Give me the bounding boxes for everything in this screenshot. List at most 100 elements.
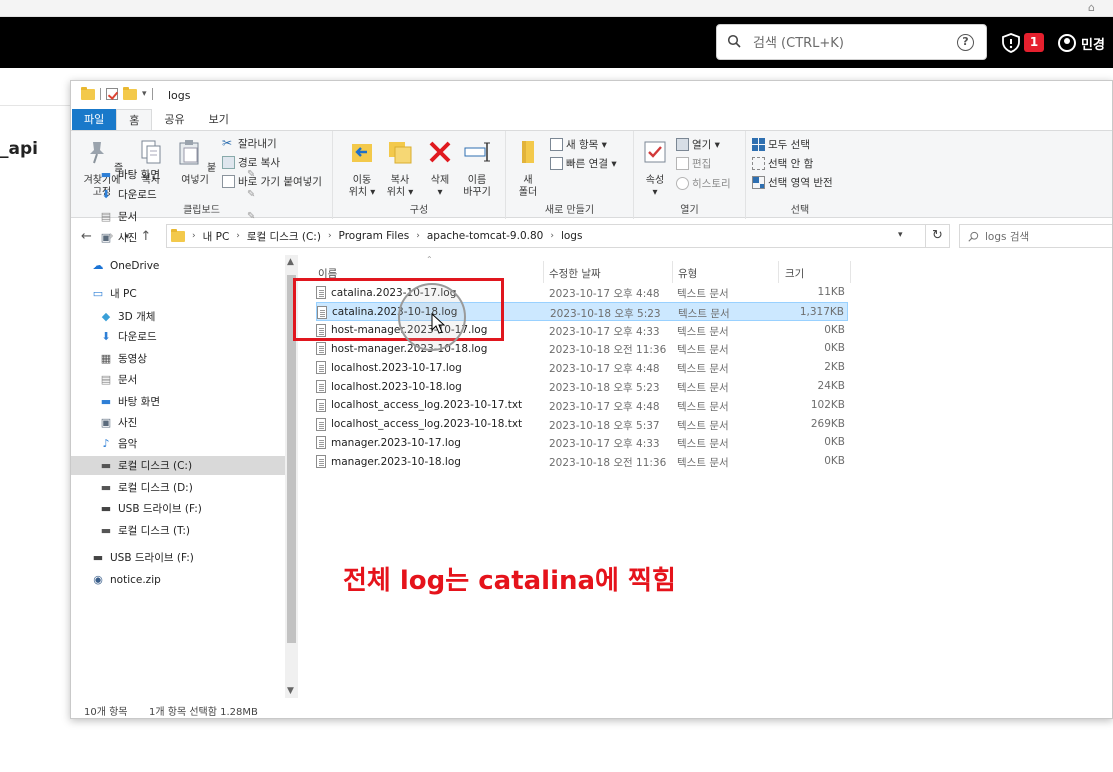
new-folder-icon bbox=[522, 141, 534, 163]
chevron-right-icon[interactable]: › bbox=[550, 231, 554, 241]
history-button[interactable]: 히스토리 bbox=[676, 176, 731, 191]
column-header-type[interactable]: 유형 bbox=[678, 266, 697, 281]
nav-item[interactable]: ▣ 사진 ✎ bbox=[71, 228, 285, 247]
status-bar: 10개 항목 1개 항목 선택함 1.28MB bbox=[71, 698, 1112, 718]
breadcrumb-item[interactable]: apache-tomcat-9.0.80 bbox=[427, 230, 544, 242]
pin-icon[interactable]: ✎ bbox=[247, 169, 255, 180]
column-divider[interactable] bbox=[543, 261, 544, 283]
nav-item-label: 다운로드 bbox=[118, 331, 157, 343]
tab-file[interactable]: 파일 bbox=[72, 109, 117, 130]
nav-item[interactable]: ♪ 음악 bbox=[71, 434, 285, 453]
pin-icon[interactable]: ✎ bbox=[247, 232, 255, 243]
nav-item[interactable]: ▬ 로컬 디스크 (C:) bbox=[71, 456, 285, 475]
breadcrumb-item[interactable]: Program Files bbox=[339, 230, 410, 242]
search-icon bbox=[727, 34, 741, 48]
move-to-button[interactable]: 이동 위치 ▾ bbox=[345, 137, 379, 199]
pin-icon[interactable]: ✎ bbox=[247, 211, 255, 222]
window-corner-icon[interactable]: ⌂ bbox=[1088, 1, 1095, 14]
document-icon: ▤ bbox=[100, 373, 112, 386]
cut-button[interactable]: ✂ 잘라내기 bbox=[222, 136, 277, 151]
delete-button[interactable]: 삭제 ▾ bbox=[425, 137, 455, 199]
properties-check-icon[interactable] bbox=[106, 88, 118, 100]
file-row[interactable]: localhost_access_log.2023-10-17.txt 2023-… bbox=[316, 396, 848, 415]
chevron-right-icon[interactable]: › bbox=[416, 231, 420, 241]
file-name-text: manager.2023-10-17.log bbox=[331, 436, 461, 449]
tab-view[interactable]: 보기 bbox=[197, 109, 241, 130]
column-divider[interactable] bbox=[850, 261, 851, 283]
global-search-input[interactable] bbox=[753, 32, 943, 54]
text-file-icon bbox=[316, 436, 326, 450]
file-row[interactable]: manager.2023-10-17.log 2023-10-17 오후 4:33… bbox=[316, 433, 848, 452]
file-size: 2KB bbox=[824, 361, 845, 374]
file-row[interactable]: localhost_access_log.2023-10-18.txt 2023-… bbox=[316, 415, 848, 434]
file-modified: 2023-10-18 오전 11:36 bbox=[549, 457, 667, 470]
text-file-icon bbox=[316, 417, 326, 431]
edit-icon bbox=[676, 157, 689, 170]
file-row[interactable]: localhost.2023-10-18.log 2023-10-18 오후 5:… bbox=[316, 377, 848, 396]
column-divider[interactable] bbox=[672, 261, 673, 283]
file-row[interactable]: manager.2023-10-18.log 2023-10-18 오전 11:3… bbox=[316, 452, 848, 471]
nav-item[interactable]: ⬇ 다운로드 ✎ bbox=[71, 185, 285, 204]
user-menu[interactable]: 민경 bbox=[1058, 32, 1105, 54]
open-button[interactable]: 열기 ▾ bbox=[676, 137, 720, 152]
new-folder-button[interactable]: 새 폴더 bbox=[512, 137, 544, 199]
nav-item[interactable]: ▦ 동영상 bbox=[71, 349, 285, 368]
nav-item[interactable]: ▣ 사진 bbox=[71, 413, 285, 432]
notification-badge[interactable]: 1 bbox=[1024, 33, 1044, 52]
file-row[interactable]: host-manager.2023-10-18.log 2023-10-18 오전… bbox=[316, 339, 848, 358]
navigation-pane: ▬ 바탕 화면 ✎ ⬇ 다운로드 ✎ ▤ 문서 ✎ ▣ 사진 ✎ ☁ OneDrive ▭ 내 PC ◆ 3D 개… bbox=[71, 168, 299, 698]
nav-item[interactable]: ◉ notice.zip bbox=[71, 570, 285, 589]
new-item-button[interactable]: 새 항목 ▾ bbox=[550, 137, 607, 152]
folder-search-box[interactable]: logs 검색 bbox=[959, 224, 1112, 248]
folder-icon bbox=[81, 86, 95, 100]
column-header-modified[interactable]: 수정한 날짜 bbox=[549, 266, 601, 281]
edit-button[interactable]: 편집 bbox=[676, 156, 711, 171]
file-type: 텍스트 문서 bbox=[677, 419, 729, 432]
address-dropdown-icon[interactable]: ▾ bbox=[898, 230, 903, 240]
scroll-up-icon[interactable]: ▲ bbox=[287, 257, 294, 267]
tab-share[interactable]: 공유 bbox=[152, 109, 196, 130]
breadcrumb-item[interactable]: logs bbox=[561, 230, 582, 242]
nav-item[interactable]: ▭ 내 PC bbox=[71, 284, 285, 303]
new-folder-quick-icon[interactable] bbox=[123, 86, 137, 100]
rename-button[interactable]: 이름 바꾸기 bbox=[459, 137, 495, 199]
pin-icon[interactable]: ✎ bbox=[247, 189, 255, 200]
global-search-box[interactable]: ? bbox=[716, 24, 987, 60]
nav-item[interactable]: ▬ 로컬 디스크 (T:) bbox=[71, 521, 285, 540]
invert-selection-button[interactable]: 선택 영역 반전 bbox=[752, 175, 833, 190]
file-row[interactable]: localhost.2023-10-17.log 2023-10-17 오후 4:… bbox=[316, 358, 848, 377]
nav-item[interactable]: ⬇ 다운로드 bbox=[71, 327, 285, 346]
nav-item[interactable]: ◆ 3D 개체 bbox=[71, 307, 285, 326]
tab-home[interactable]: 홈 bbox=[116, 109, 153, 130]
column-header-size[interactable]: 크기 bbox=[785, 266, 804, 281]
copy-to-button[interactable]: 복사 위치 ▾ bbox=[383, 137, 417, 199]
shield-icon[interactable] bbox=[1001, 33, 1021, 53]
quick-access-dropdown-icon[interactable]: ▾ bbox=[142, 89, 147, 99]
properties-button[interactable]: 속성 ▾ bbox=[640, 137, 670, 199]
nav-item[interactable]: ▤ 문서 bbox=[71, 370, 285, 389]
select-all-button[interactable]: 모두 선택 bbox=[752, 137, 810, 152]
nav-item-label: OneDrive bbox=[110, 259, 160, 272]
file-type: 텍스트 문서 bbox=[677, 363, 729, 376]
ribbon-tabs: 파일 홈 공유 보기 bbox=[71, 109, 1112, 130]
refresh-icon[interactable]: ↻ bbox=[926, 224, 950, 248]
nav-item-label: 문서 bbox=[118, 374, 138, 386]
nav-item[interactable]: ▬ 바탕 화면 ✎ bbox=[71, 165, 285, 184]
delete-x-icon bbox=[429, 141, 451, 163]
chevron-right-icon[interactable]: › bbox=[328, 231, 332, 241]
column-divider[interactable] bbox=[778, 261, 779, 283]
select-none-button[interactable]: 선택 안 함 bbox=[752, 156, 813, 171]
nav-item[interactable]: ▬ USB 드라이브 (F:) bbox=[71, 548, 285, 567]
nav-item[interactable]: ▤ 문서 ✎ bbox=[71, 207, 285, 226]
easy-access-button[interactable]: 빠른 연결 ▾ bbox=[550, 156, 617, 171]
help-icon[interactable]: ? bbox=[957, 34, 974, 51]
scroll-down-icon[interactable]: ▼ bbox=[287, 686, 294, 696]
select-all-icon bbox=[752, 138, 765, 151]
nav-item[interactable]: ▬ 바탕 화면 bbox=[71, 392, 285, 411]
file-name: host-manager.2023-10-18.log bbox=[316, 342, 487, 356]
nav-item[interactable]: ▬ USB 드라이브 (F:) bbox=[71, 499, 285, 518]
browser-top-strip: ⌂ bbox=[0, 0, 1113, 17]
user-avatar-icon bbox=[1058, 34, 1076, 52]
nav-item[interactable]: ☁ OneDrive bbox=[71, 256, 285, 275]
nav-item[interactable]: ▬ 로컬 디스크 (D:) bbox=[71, 478, 285, 497]
